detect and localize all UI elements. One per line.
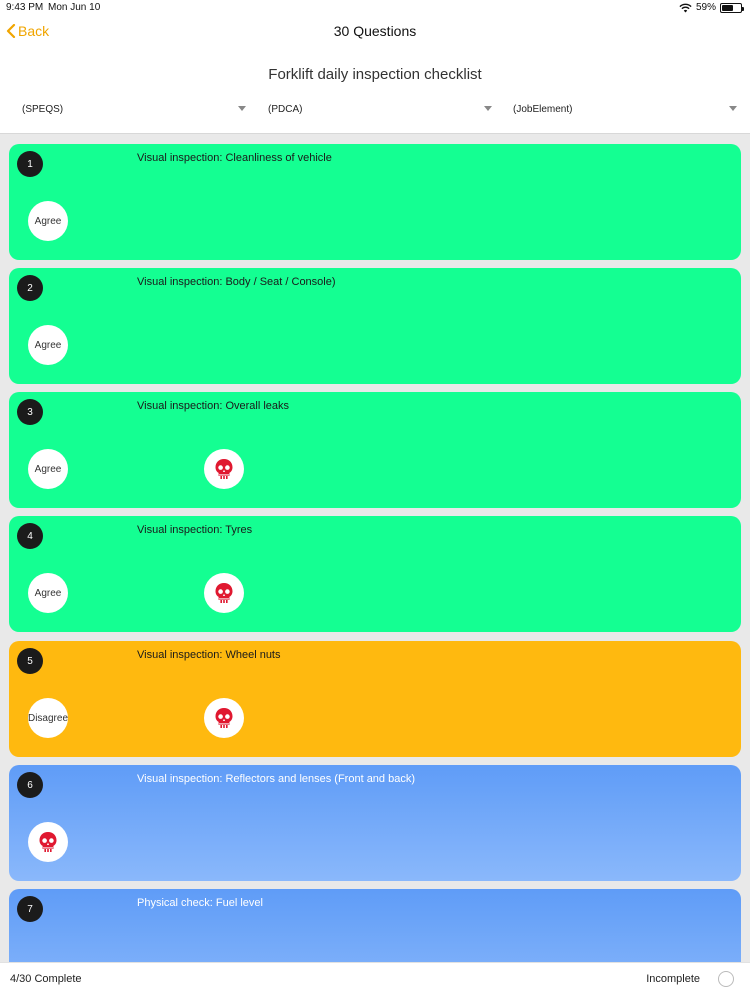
page-title: 30 Questions	[333, 23, 417, 39]
question-card[interactable]: 3 Visual inspection: Overall leaks Agree	[9, 392, 741, 508]
job-element-dropdown-value: (JobElement)	[513, 103, 573, 115]
skull-icon	[215, 583, 233, 603]
answer-button[interactable]: Agree	[28, 325, 68, 365]
hazard-button[interactable]	[204, 449, 244, 489]
skull-icon	[215, 459, 233, 479]
status-time: 9:43 PM	[6, 2, 44, 13]
complete-radio[interactable]	[718, 971, 734, 987]
question-number: 1	[17, 151, 43, 177]
hazard-button[interactable]	[28, 822, 68, 862]
battery-percent: 59%	[695, 2, 716, 13]
question-text: Visual inspection: Body / Seat / Console…	[137, 276, 336, 288]
question-number: 5	[17, 648, 43, 674]
status-date: Mon Jun 10	[48, 2, 101, 13]
question-card[interactable]: 7 Physical check: Fuel level	[9, 889, 741, 962]
question-card[interactable]: 6 Visual inspection: Reflectors and lens…	[9, 765, 741, 881]
question-text: Visual inspection: Cleanliness of vehicl…	[137, 152, 332, 164]
navigation-bar: Back 30 Questions	[0, 16, 750, 48]
battery-icon	[720, 2, 744, 13]
completion-status: Incomplete	[646, 973, 700, 985]
pdca-dropdown-value: (PDCA)	[268, 103, 303, 115]
question-list[interactable]: 1 Visual inspection: Cleanliness of vehi…	[0, 133, 750, 962]
question-card[interactable]: 1 Visual inspection: Cleanliness of vehi…	[9, 144, 741, 260]
question-number: 6	[17, 772, 43, 798]
answer-button[interactable]: Agree	[28, 573, 68, 613]
speqs-dropdown-value: (SPEQS)	[22, 103, 64, 115]
question-number: 4	[17, 523, 43, 549]
answer-button[interactable]: Agree	[28, 449, 68, 489]
answer-button[interactable]: Agree	[28, 201, 68, 241]
question-card[interactable]: 4 Visual inspection: Tyres Agree	[9, 516, 741, 632]
hazard-button[interactable]	[204, 698, 244, 738]
question-number: 2	[17, 275, 43, 301]
pdca-dropdown[interactable]: (PDCA)	[268, 98, 492, 120]
question-card[interactable]: 2 Visual inspection: Body / Seat / Conso…	[9, 268, 741, 384]
battery-fill	[722, 4, 733, 11]
skull-icon	[215, 708, 233, 728]
hazard-button[interactable]	[204, 573, 244, 613]
question-number: 3	[17, 399, 43, 425]
wifi-icon	[679, 3, 692, 12]
dropdown-arrow-icon	[238, 106, 246, 111]
question-text: Visual inspection: Wheel nuts	[137, 649, 281, 661]
filter-bar: (SPEQS) (PDCA) (JobElement)	[0, 98, 750, 120]
status-right: 59%	[679, 2, 744, 13]
completion-count: 4/30 Complete	[10, 973, 82, 985]
checklist-title: Forklift daily inspection checklist	[268, 66, 482, 83]
dropdown-arrow-icon	[729, 106, 737, 111]
question-text: Visual inspection: Overall leaks	[137, 400, 290, 412]
question-number: 7	[17, 896, 43, 922]
speqs-dropdown[interactable]: (SPEQS)	[22, 98, 246, 120]
question-text: Visual inspection: Tyres	[137, 524, 253, 536]
skull-icon	[39, 832, 57, 852]
question-text: Physical check: Fuel level	[137, 897, 263, 909]
job-element-dropdown[interactable]: (JobElement)	[513, 98, 737, 120]
dropdown-arrow-icon	[484, 106, 492, 111]
answer-button[interactable]: Disagree	[28, 698, 68, 738]
question-card[interactable]: 5 Visual inspection: Wheel nuts Disagree	[9, 641, 741, 757]
progress-footer: 4/30 Complete Incomplete	[0, 962, 750, 1000]
status-bar: 9:43 PM Mon Jun 10 59%	[0, 0, 750, 16]
question-text: Visual inspection: Reflectors and lenses…	[137, 773, 415, 785]
